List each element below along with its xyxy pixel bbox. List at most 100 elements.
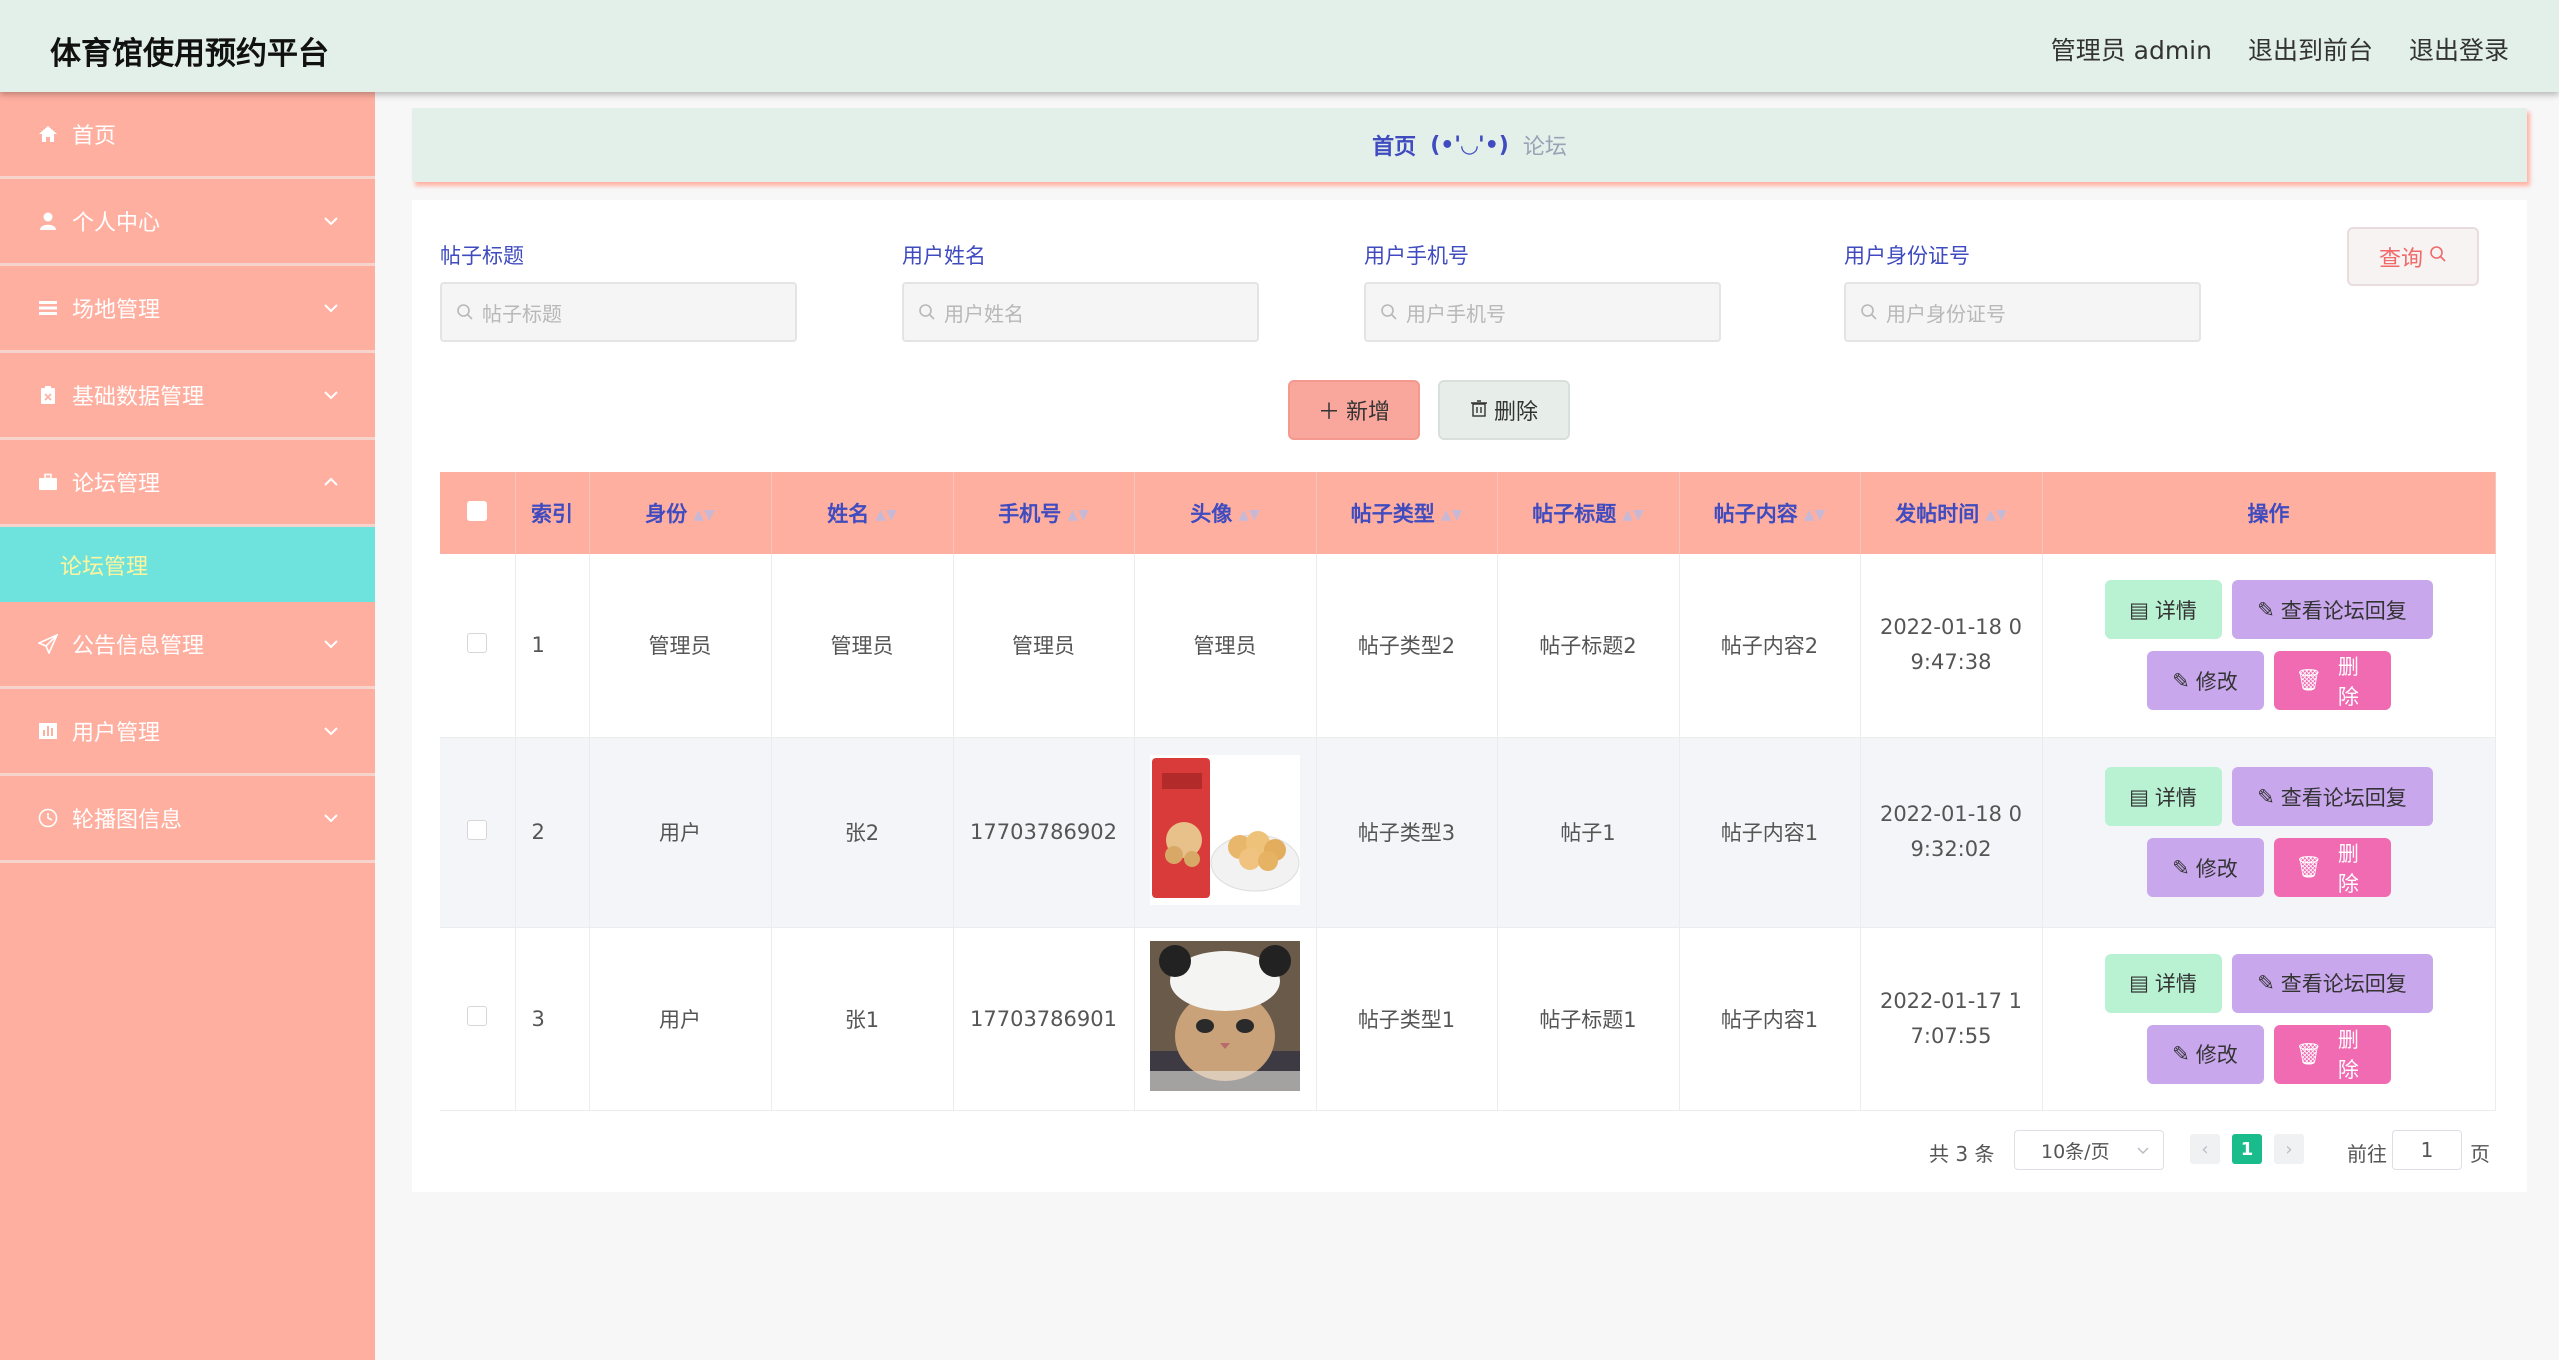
row-select-cell[interactable]: [440, 927, 516, 1111]
back-to-front-link[interactable]: 退出到前台: [2248, 31, 2373, 67]
view-replies-button[interactable]: ✎ 查看论坛回复: [2231, 580, 2433, 640]
prev-page-button[interactable]: ‹: [2190, 1134, 2220, 1164]
column-header-label: 头像: [1190, 502, 1233, 526]
delete-button[interactable]: 🗑 删除: [2273, 651, 2391, 711]
app-title: 体育馆使用预约平台: [50, 36, 329, 72]
trash-icon: 🗑: [2295, 668, 2323, 693]
delete-button[interactable]: 🗑 删除: [2273, 838, 2391, 897]
logout-link[interactable]: 退出登录: [2409, 31, 2509, 67]
edit-button[interactable]: ✎ 修改: [2146, 651, 2264, 711]
page-size-select[interactable]: 10条/页: [2014, 1130, 2164, 1170]
delete-button-label: 删除: [2337, 841, 2359, 896]
sort-icon[interactable]: ▲▼: [1804, 507, 1826, 523]
sort-icon[interactable]: ▲▼: [1238, 507, 1260, 523]
next-page-button[interactable]: ›: [2274, 1134, 2304, 1164]
role-cell: 用户: [589, 737, 772, 928]
detail-button[interactable]: ▤ 详情: [2104, 767, 2222, 826]
post-time-line: 2022-01-18 0: [1879, 802, 2023, 826]
column-header[interactable]: 手机号 ▲▼: [953, 472, 1135, 554]
main-content: 帖子标题 帖子标题 用户姓名 用户姓名 用户手机号 用户手机号 用户身份证号 用…: [412, 200, 2527, 1192]
sort-icon[interactable]: ▲▼: [1985, 507, 2007, 523]
post-type-cell: 帖子类型2: [1316, 554, 1498, 738]
sidebar-item-forum[interactable]: 论坛管理: [0, 440, 375, 527]
query-button[interactable]: 查询: [2347, 227, 2479, 286]
batch-delete-label: 删除: [1493, 400, 1538, 425]
sidebar-item-users[interactable]: 用户管理: [0, 689, 375, 776]
detail-button[interactable]: ▤ 详情: [2104, 953, 2222, 1013]
table-row: 1 管理员 管理员 管理员 管理员 帖子类型2 帖子标题2 帖子内容2 2022…: [440, 554, 2496, 738]
sort-icon[interactable]: ▲▼: [1067, 507, 1089, 523]
avatar-snack-image[interactable]: [1150, 754, 1300, 905]
detail-button[interactable]: ▤ 详情: [2104, 580, 2222, 640]
chevron-down-icon: [324, 727, 338, 736]
post-title-input[interactable]: 帖子标题: [440, 282, 797, 342]
sidebar-item-home[interactable]: 首页: [0, 92, 375, 179]
select-all-cell[interactable]: [440, 472, 516, 554]
chevron-down-icon: [324, 391, 338, 400]
column-header[interactable]: 帖子内容 ▲▼: [1679, 472, 1861, 554]
user-phone-input[interactable]: 用户手机号: [1364, 282, 1721, 342]
column-header-label: 帖子标题: [1532, 502, 1617, 526]
filter-label: 用户姓名: [902, 244, 986, 268]
sort-icon[interactable]: ▲▼: [693, 507, 715, 523]
search-icon: [2429, 244, 2447, 269]
sort-icon[interactable]: ▲▼: [875, 507, 897, 523]
index-cell: 2: [515, 737, 590, 928]
post-title-cell: 帖子1: [1497, 737, 1680, 928]
chevron-down-icon: [324, 814, 338, 823]
page-number-button[interactable]: 1: [2232, 1134, 2262, 1164]
send-icon: [36, 632, 60, 656]
briefcase-icon: [36, 470, 60, 494]
sidebar-item-notice[interactable]: 公告信息管理: [0, 602, 375, 689]
chevron-down-icon: [324, 640, 338, 649]
row-checkbox[interactable]: [467, 819, 488, 840]
sidebar-item-venue[interactable]: 场地管理: [0, 266, 375, 353]
column-header: 操作: [2042, 472, 2496, 554]
user-name-input[interactable]: 用户姓名: [902, 282, 1259, 342]
sidebar-item-basic-data[interactable]: 基础数据管理: [0, 353, 375, 440]
sidebar-item-label: 论坛管理: [72, 472, 161, 497]
delete-button-label: 删除: [2337, 654, 2359, 709]
row-select-cell[interactable]: [440, 737, 516, 928]
view-replies-button[interactable]: ✎ 查看论坛回复: [2231, 767, 2433, 826]
row-checkbox[interactable]: [467, 632, 488, 653]
avatar-cat-image[interactable]: [1150, 941, 1300, 1091]
phone-cell: 17703786902: [953, 737, 1135, 928]
edit-button[interactable]: ✎ 修改: [2146, 1024, 2264, 1084]
sort-icon[interactable]: ▲▼: [1622, 507, 1644, 523]
sidebar-item-personal-center[interactable]: 个人中心: [0, 179, 375, 266]
add-button[interactable]: ＋ 新增: [1288, 380, 1420, 440]
select-all-checkbox[interactable]: [467, 500, 488, 521]
column-header-label: 发帖时间: [1895, 502, 1980, 526]
goto-page-input[interactable]: 1: [2392, 1130, 2462, 1170]
user-icon: [36, 209, 60, 233]
view-replies-button[interactable]: ✎ 查看论坛回复: [2231, 953, 2433, 1013]
column-header[interactable]: 帖子标题 ▲▼: [1497, 472, 1680, 554]
row-select-cell[interactable]: [440, 554, 516, 738]
user-id-input[interactable]: 用户身份证号: [1844, 282, 2201, 342]
view-replies-label: 查看论坛回复: [2280, 598, 2407, 623]
avatar-cell: 管理员: [1134, 554, 1317, 738]
sidebar-item-carousel[interactable]: 轮播图信息: [0, 776, 375, 863]
avatar-cell: [1134, 927, 1317, 1111]
edit-button[interactable]: ✎ 修改: [2146, 838, 2264, 897]
breadcrumb-home[interactable]: 首页: [1372, 129, 1416, 161]
sidebar-item-label: 轮播图信息: [72, 808, 183, 833]
column-header[interactable]: 头像 ▲▼: [1134, 472, 1317, 554]
detail-button-label: 详情: [2154, 972, 2197, 996]
column-header-label: 帖子内容: [1713, 502, 1798, 526]
batch-delete-button[interactable]: 删除: [1438, 380, 1570, 440]
column-header[interactable]: 发帖时间 ▲▼: [1860, 472, 2043, 554]
row-checkbox[interactable]: [467, 1006, 488, 1026]
clock-icon: [36, 806, 60, 830]
sort-icon[interactable]: ▲▼: [1441, 507, 1463, 523]
column-header[interactable]: 身份 ▲▼: [589, 472, 772, 554]
detail-button-label: 详情: [2154, 785, 2197, 810]
column-header[interactable]: 姓名 ▲▼: [771, 472, 954, 554]
sidebar-subitem-forum-manage[interactable]: 论坛管理: [0, 527, 375, 602]
detail-button-label: 详情: [2154, 598, 2197, 623]
delete-button-label: 删除: [2337, 1028, 2359, 1082]
column-header[interactable]: 帖子类型 ▲▼: [1316, 472, 1498, 554]
delete-button[interactable]: 🗑 删除: [2273, 1024, 2391, 1084]
sidebar-item-label: 场地管理: [72, 298, 161, 323]
